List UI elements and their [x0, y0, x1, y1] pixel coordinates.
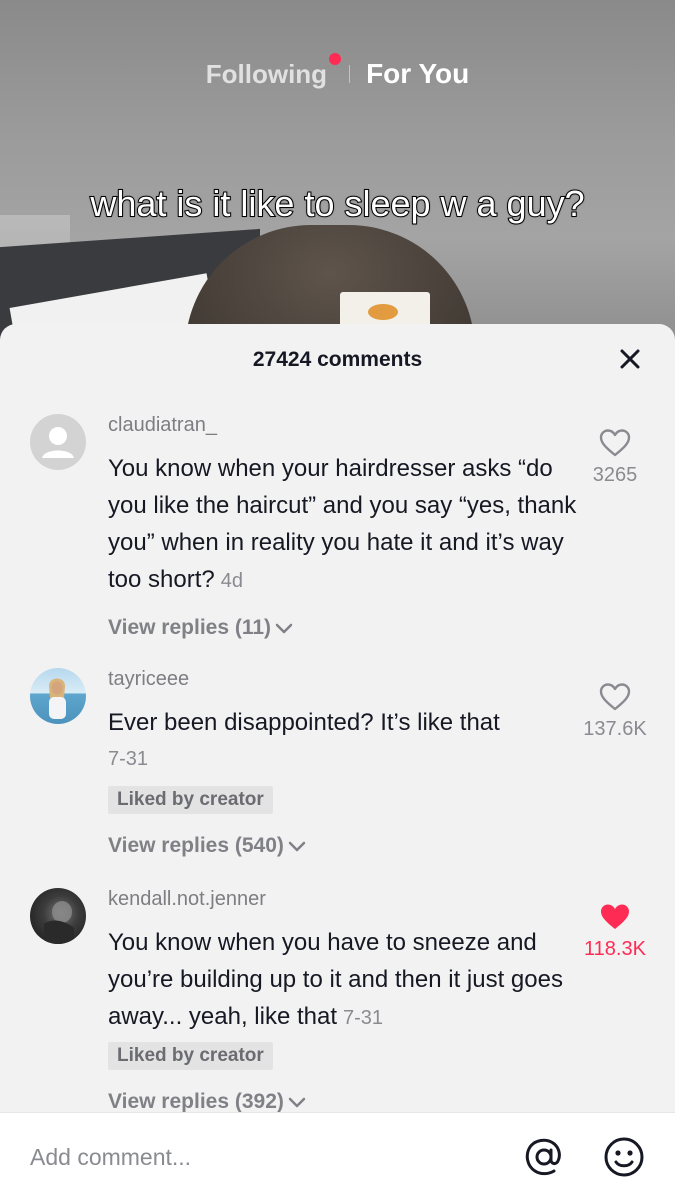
heart-filled-icon [601, 904, 629, 929]
comment-username[interactable]: claudiatran_ [108, 414, 217, 437]
comments-sheet: 27424 comments claudiatran_ You know whe… [0, 324, 675, 1200]
heart-outline-icon [599, 683, 631, 711]
comment-timestamp: 7-31 [343, 1007, 384, 1029]
like-button[interactable]: 137.6K [555, 682, 675, 741]
like-count: 118.3K [584, 938, 646, 960]
liked-by-creator-badge: Liked by creator [108, 1042, 273, 1070]
view-replies-label: View replies (540) [108, 834, 284, 857]
add-comment-input[interactable] [30, 1137, 450, 1177]
chevron-down-icon [275, 623, 293, 634]
at-mention-icon [525, 1138, 561, 1176]
like-count: 137.6K [583, 718, 647, 740]
comment-username[interactable]: kendall.not.jenner [108, 888, 266, 911]
video-caption: what is it like to sleep w a guy? [89, 182, 585, 225]
comment-body: You know when your hairdresser asks “do … [108, 455, 577, 593]
view-replies-button[interactable]: View replies (392) [108, 1090, 308, 1114]
tab-following[interactable]: Following [205, 52, 342, 90]
notification-dot-icon [329, 52, 342, 65]
tab-following-label: Following [205, 58, 328, 89]
avatar-photo [44, 901, 74, 944]
emoji-button[interactable] [602, 1135, 646, 1179]
close-icon [620, 349, 640, 369]
chevron-down-icon [288, 1097, 306, 1108]
tab-for-you-label: For You [366, 58, 470, 89]
chevron-down-icon [288, 841, 306, 852]
heart-outline-icon [599, 429, 631, 457]
comment-timestamp: 4d [220, 570, 243, 592]
like-button[interactable]: 118.3K [555, 902, 675, 961]
view-replies-label: View replies (11) [108, 616, 272, 639]
comment-body: You know when you have to sneeze and you… [108, 929, 563, 1030]
comment-text: You know when you have to sneeze and you… [108, 924, 578, 1037]
avatar[interactable] [30, 414, 86, 470]
comment-text: Ever been disappointed? It’s like that [108, 709, 500, 736]
view-replies-button[interactable]: View replies (540) [108, 834, 308, 858]
view-replies-button[interactable]: View replies (11) [108, 616, 295, 640]
close-button[interactable] [615, 344, 645, 374]
comment-input-bar [0, 1112, 675, 1200]
avatar-photo [49, 678, 66, 719]
mention-button[interactable] [522, 1135, 566, 1179]
emoji-icon [604, 1137, 644, 1177]
tab-divider [349, 65, 351, 83]
avatar[interactable] [30, 888, 86, 944]
comments-count-title: 27424 comments [252, 348, 423, 371]
comment-username[interactable]: tayriceee [108, 668, 189, 691]
video-background[interactable]: Following For You what is it like to sle… [0, 0, 675, 340]
like-button[interactable]: 3265 [555, 428, 675, 487]
like-count: 3265 [592, 464, 638, 486]
comment-text: You know when your hairdresser asks “do … [108, 450, 578, 600]
tab-for-you[interactable]: For You [366, 58, 469, 90]
avatar[interactable] [30, 668, 86, 724]
liked-by-creator-badge: Liked by creator [108, 786, 273, 814]
feed-tabs: Following For You [0, 52, 675, 90]
view-replies-label: View replies (392) [108, 1090, 284, 1113]
comments-header: 27424 comments [0, 324, 675, 394]
comment-timestamp: 7-31 [108, 748, 149, 770]
avatar-placeholder-icon [42, 427, 74, 458]
